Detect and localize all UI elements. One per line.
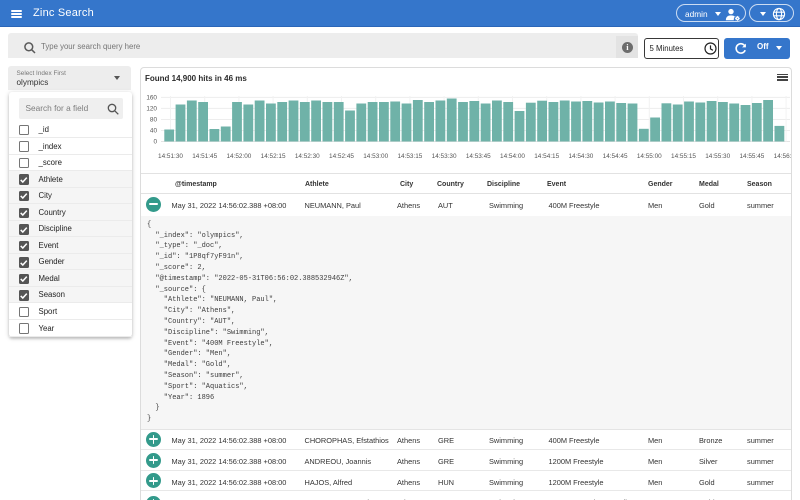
svg-text:14:51:30: 14:51:30 — [158, 153, 183, 160]
svg-text:0: 0 — [153, 139, 157, 146]
svg-text:14:52:45: 14:52:45 — [329, 153, 354, 160]
svg-text:40: 40 — [150, 128, 158, 135]
svg-text:14:52:30: 14:52:30 — [295, 153, 320, 160]
svg-text:14:56:00: 14:56:00 — [774, 153, 791, 160]
svg-text:80: 80 — [150, 117, 158, 124]
svg-text:14:54:00: 14:54:00 — [500, 153, 525, 160]
svg-text:160: 160 — [146, 95, 157, 102]
svg-text:14:53:00: 14:53:00 — [363, 153, 388, 160]
svg-text:14:52:15: 14:52:15 — [261, 153, 286, 160]
svg-text:14:53:30: 14:53:30 — [432, 153, 457, 160]
svg-text:14:55:15: 14:55:15 — [671, 153, 696, 160]
svg-text:14:54:15: 14:54:15 — [534, 153, 559, 160]
svg-text:14:53:45: 14:53:45 — [466, 153, 491, 160]
svg-text:14:55:45: 14:55:45 — [739, 153, 764, 160]
svg-text:14:53:15: 14:53:15 — [397, 153, 422, 160]
svg-text:14:54:45: 14:54:45 — [603, 153, 628, 160]
svg-text:14:52:00: 14:52:00 — [226, 153, 251, 160]
svg-text:14:54:30: 14:54:30 — [568, 153, 593, 160]
svg-text:120: 120 — [146, 106, 157, 113]
svg-text:14:55:30: 14:55:30 — [705, 153, 730, 160]
svg-text:14:51:45: 14:51:45 — [192, 153, 217, 160]
svg-text:14:55:00: 14:55:00 — [637, 153, 662, 160]
